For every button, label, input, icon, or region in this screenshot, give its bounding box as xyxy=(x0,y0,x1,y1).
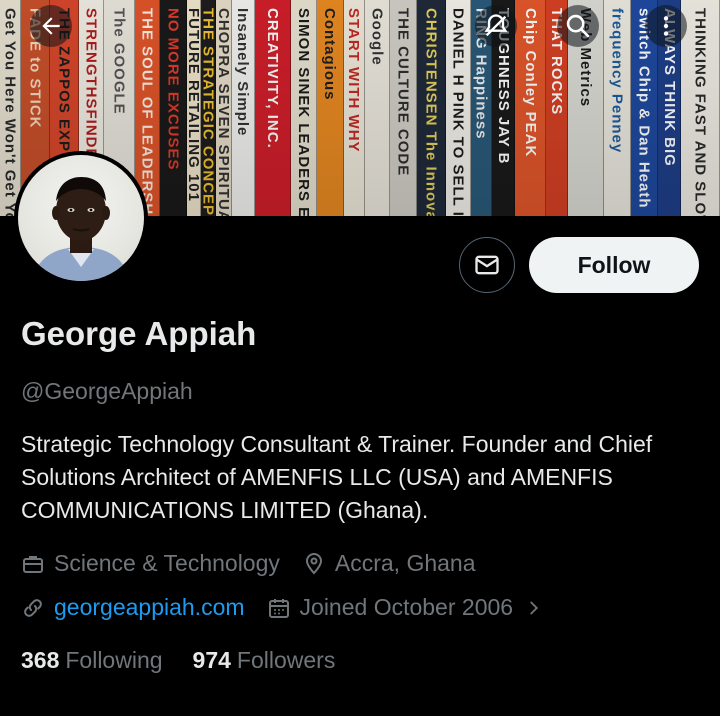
following-stat[interactable]: 368 Following xyxy=(21,647,163,674)
book-spine: NO MORE EXCUSES xyxy=(160,0,188,216)
followers-count: 974 xyxy=(192,647,231,673)
notifications-off-button[interactable] xyxy=(475,5,517,47)
follow-button[interactable]: Follow xyxy=(529,237,699,293)
profile-avatar[interactable] xyxy=(14,151,148,285)
category-text: Science & Technology xyxy=(54,550,280,576)
book-spine-title: CREATIVITY, INC. xyxy=(264,8,282,149)
back-button[interactable] xyxy=(30,5,72,47)
following-count: 368 xyxy=(21,647,60,673)
message-button[interactable] xyxy=(459,237,515,293)
notification-off-icon xyxy=(484,14,508,37)
book-spine-title: FUTURE RETAILING 101 xyxy=(187,8,201,202)
website-link[interactable]: georgeappiah.com xyxy=(54,594,245,621)
book-spine: Contagious xyxy=(316,0,344,216)
mail-icon xyxy=(475,255,499,275)
book-spine-title: Insanely Simple xyxy=(234,8,252,137)
profile-website[interactable]: georgeappiah.com xyxy=(21,594,245,621)
book-spine-title: STRENGTHSFINDER xyxy=(82,8,100,172)
search-icon xyxy=(566,14,590,38)
chevron-right-icon xyxy=(530,601,539,614)
book-spine-title: START WITH WHY xyxy=(345,8,363,153)
book-spine: THINKING FAST AND SLOW xyxy=(681,0,720,216)
book-spine: CREATIVITY, INC. xyxy=(254,0,292,216)
book-spine: DANIEL H PINK TO SELL IS HUMAN xyxy=(445,0,471,216)
book-spine: FUTURE RETAILING 101 xyxy=(187,0,201,216)
book-spine: Insanely Simple xyxy=(231,0,255,216)
book-spine-title: THE CULTURE CODE xyxy=(394,8,412,177)
book-spine: Chip Conley PEAK xyxy=(515,0,547,216)
profile-stats: 368 Following 974 Followers xyxy=(21,647,365,674)
profile-location: Accra, Ghana xyxy=(302,550,476,577)
briefcase-icon xyxy=(23,555,43,573)
back-arrow-icon xyxy=(42,17,60,35)
avatar-portrait xyxy=(32,177,130,281)
book-spine-title: The GOOGLE xyxy=(110,8,128,115)
book-spine: Get You Here Won't Get You There xyxy=(0,0,22,216)
profile-name: George Appiah xyxy=(21,315,257,352)
book-spine: START WITH WHY xyxy=(343,0,365,216)
book-spine-title: Contagious xyxy=(321,8,339,101)
profile-meta-row-1: Science & Technology Accra, Ghana xyxy=(21,550,498,577)
profile-joined[interactable]: Joined October 2006 xyxy=(267,594,546,621)
location-pin-icon xyxy=(305,552,322,574)
book-spine-title: SIMON SINEK LEADERS EAT xyxy=(295,8,313,216)
followers-label: Followers xyxy=(236,647,336,673)
book-spine-title: Chip Conley PEAK xyxy=(521,8,539,158)
profile-meta-row-2: georgeappiah.com Joined October 2006 xyxy=(21,594,567,621)
more-vertical-icon xyxy=(663,16,669,36)
profile-bio: Strategic Technology Consultant & Traine… xyxy=(21,431,653,523)
book-spine: CHRISTENSEN The Innovator's Dilemma xyxy=(416,0,446,216)
book-spine-title: CHOPRA SEVEN SPIRITUAL LAWS xyxy=(216,8,232,216)
book-spine: Google xyxy=(364,0,390,216)
following-label: Following xyxy=(65,647,163,673)
search-button[interactable] xyxy=(557,5,599,47)
book-spine-title: Get You Here Won't Get You There xyxy=(1,8,19,216)
book-spine-title: Google xyxy=(368,8,386,66)
book-spine-title: THINKING FAST AND SLOW xyxy=(691,8,709,216)
book-spine: frequency Penney xyxy=(604,0,632,216)
book-spine-title: THE SOUL OF LEADERSHIP xyxy=(138,8,156,216)
link-icon xyxy=(24,598,42,617)
book-spine-title: frequency Penney xyxy=(608,8,626,154)
location-text: Accra, Ghana xyxy=(334,550,476,576)
book-spine-title: CHRISTENSEN The Innovator's Dilemma xyxy=(422,8,440,216)
profile-handle: @GeorgeAppiah xyxy=(21,378,193,404)
book-spine-title: THE STRATEGIC CONCEPTS xyxy=(200,8,217,216)
book-spine-title: DANIEL H PINK TO SELL IS HUMAN xyxy=(449,8,467,216)
book-spine: THE CULTURE CODE xyxy=(389,0,417,216)
calendar-icon xyxy=(268,598,289,618)
more-options-button[interactable] xyxy=(645,5,687,47)
profile-category: Science & Technology xyxy=(21,550,280,577)
book-spine-title: NO MORE EXCUSES xyxy=(164,8,182,171)
followers-stat[interactable]: 974 Followers xyxy=(193,647,336,674)
joined-text: Joined October 2006 xyxy=(299,594,514,620)
book-spine: CHOPRA SEVEN SPIRITUAL LAWS xyxy=(216,0,232,216)
book-spine: THE STRATEGIC CONCEPTS xyxy=(200,0,217,216)
book-spine: SIMON SINEK LEADERS EAT xyxy=(291,0,317,216)
avatar-photo xyxy=(18,155,144,281)
